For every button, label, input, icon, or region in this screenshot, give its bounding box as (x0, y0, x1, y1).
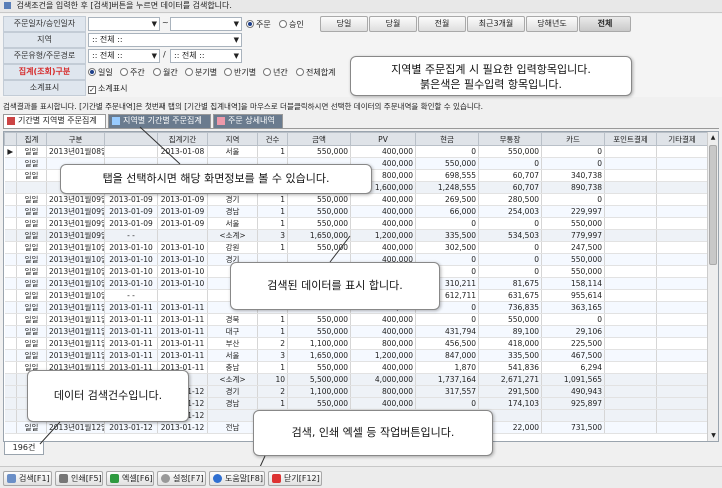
search-icon (7, 474, 16, 483)
pointer-line-data (329, 235, 351, 263)
pointer-line-count (39, 421, 61, 445)
help-button[interactable]: 도움말[F8] (209, 471, 265, 486)
close-button[interactable]: 닫기[F12] (268, 471, 322, 486)
excel-button[interactable]: 엑셀[F6] (106, 471, 154, 486)
gear-icon (161, 474, 170, 483)
settings-button[interactable]: 설정[F7] (157, 471, 206, 486)
close-icon (272, 474, 281, 483)
bottom-toolbar: 검색[F1] 인쇄[F5] 엑셀[F6] 설정[F7] 도움말[F8] 닫기[F… (0, 466, 722, 488)
print-button[interactable]: 인쇄[F5] (55, 471, 103, 486)
callout-pointers (39, 126, 351, 468)
printer-icon (59, 474, 68, 483)
search-button[interactable]: 검색[F1] (3, 471, 52, 486)
excel-icon (110, 474, 119, 483)
help-icon (213, 474, 222, 483)
pointer-line-tabs (139, 126, 181, 165)
